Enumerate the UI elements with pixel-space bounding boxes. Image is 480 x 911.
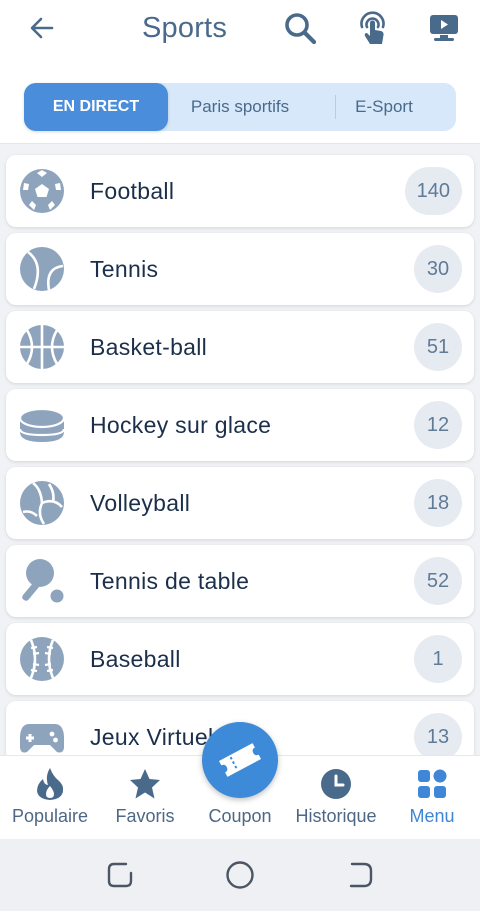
gamepad-icon (20, 724, 64, 753)
sport-name: Football (90, 178, 175, 204)
hockey-puck-icon (19, 407, 65, 442)
baseball-icon (20, 637, 64, 681)
tennis-icon (20, 247, 64, 291)
nav-label: Favoris (115, 806, 175, 826)
app-header: Sports (0, 0, 480, 62)
event-count-badge: 51 (414, 323, 462, 371)
video-icon[interactable] (424, 8, 464, 48)
event-count-badge: 140 (404, 167, 462, 215)
sport-row-table-tennis[interactable]: Tennis de table 52 (6, 545, 474, 617)
system-navigation-bar (0, 839, 480, 911)
sport-row-volleyball[interactable]: Volleyball 18 (6, 467, 474, 539)
search-icon[interactable] (280, 8, 320, 48)
sport-name: Tennis de table (90, 568, 250, 594)
football-icon (20, 169, 64, 213)
event-count-badge: 18 (414, 479, 462, 527)
nav-label: Coupon (208, 806, 272, 826)
sport-name: Hockey sur glace (90, 412, 272, 438)
ticket-icon (218, 743, 262, 777)
tab-en-direct[interactable]: EN DIRECT (24, 83, 168, 131)
grid-icon (414, 766, 450, 802)
recent-apps-icon[interactable] (102, 857, 138, 893)
nav-favoris[interactable]: Favoris (97, 756, 193, 840)
page-title: Sports (142, 12, 228, 44)
event-count-badge: 52 (414, 557, 462, 605)
nav-menu[interactable]: Menu (384, 756, 480, 840)
sport-name: Tennis (90, 256, 159, 282)
sport-row-baseball[interactable]: Baseball 1 (6, 623, 474, 695)
star-icon (127, 766, 163, 802)
nav-label: Historique (295, 806, 377, 826)
coupon-button[interactable] (202, 722, 278, 798)
nav-label: Populaire (11, 806, 89, 826)
section-tabs: EN DIRECT Paris sportifs E-Sport (24, 83, 456, 131)
touch-icon[interactable] (352, 8, 392, 48)
sport-row-football[interactable]: Football 140 (6, 155, 474, 227)
nav-label: Menu (409, 806, 455, 826)
nav-populaire[interactable]: Populaire (2, 756, 98, 840)
clock-icon (318, 766, 354, 802)
tab-paris-sportifs[interactable]: Paris sportifs (168, 83, 312, 131)
basketball-icon (20, 325, 64, 369)
flame-icon (32, 766, 68, 802)
sport-name: Baseball (90, 646, 181, 672)
back-arrow-icon[interactable] (24, 10, 60, 46)
event-count-badge: 30 (414, 245, 462, 293)
tab-e-sport[interactable]: E-Sport (312, 83, 456, 131)
sport-row-hockey[interactable]: Hockey sur glace 12 (6, 389, 474, 461)
event-count-badge: 13 (414, 713, 462, 755)
event-count-badge: 12 (414, 401, 462, 449)
nav-historique[interactable]: Historique (288, 756, 384, 840)
home-icon[interactable] (222, 857, 258, 893)
table-tennis-icon (22, 559, 64, 603)
sport-name: Basket-ball (90, 334, 208, 360)
sport-name: Volleyball (90, 490, 191, 516)
sport-row-tennis[interactable]: Tennis 30 (6, 233, 474, 305)
system-back-icon[interactable] (342, 857, 378, 893)
sports-list[interactable]: Football 140 Tennis 30 Basket-ball 51 Ho… (0, 143, 480, 755)
event-count-badge: 1 (414, 635, 462, 683)
volleyball-icon (20, 481, 64, 525)
sport-row-basketball[interactable]: Basket-ball 51 (6, 311, 474, 383)
